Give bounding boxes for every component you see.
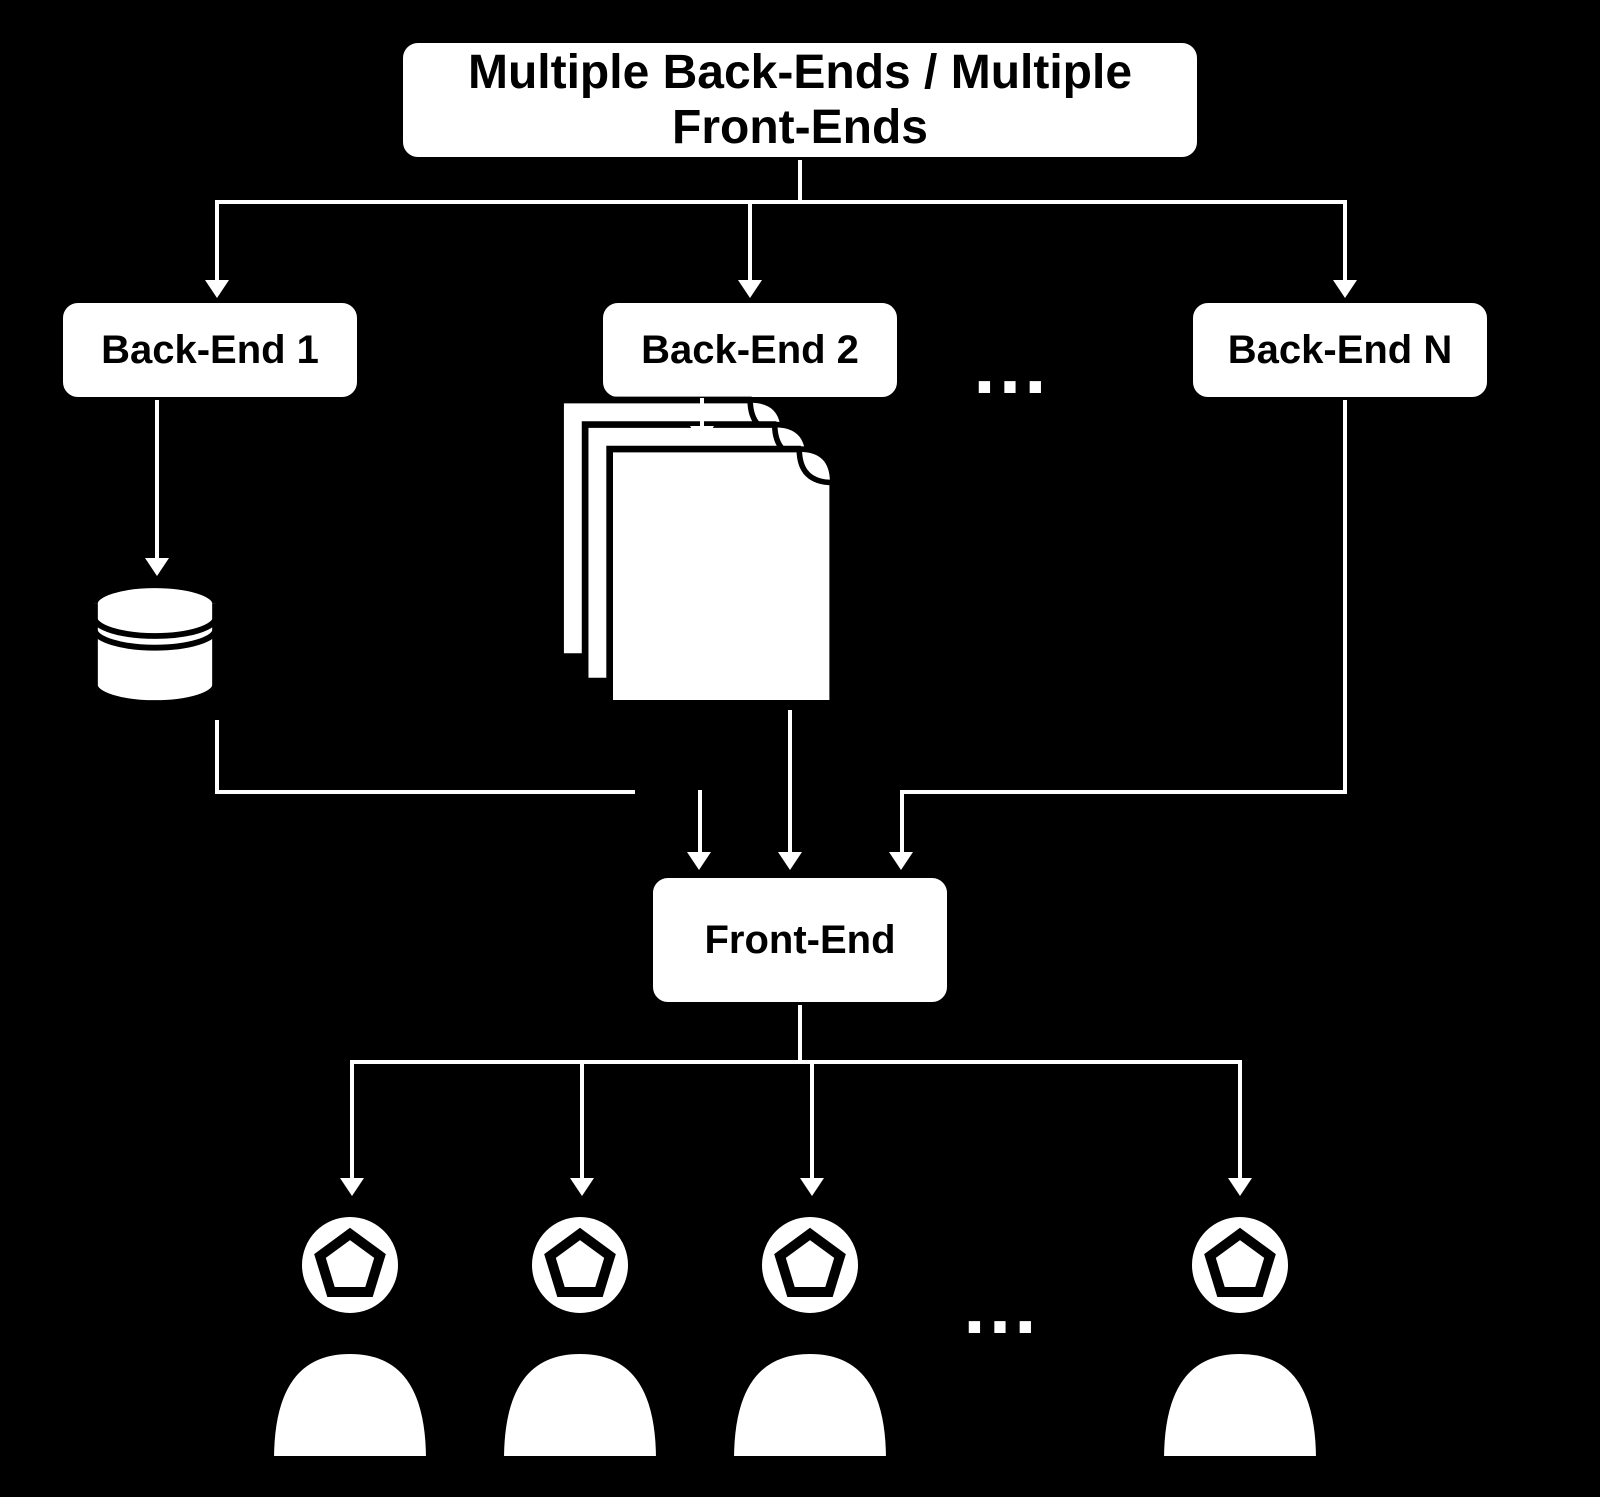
backends-ellipsis: … <box>970 320 1050 412</box>
user-icon <box>1140 1210 1340 1470</box>
user-icon <box>250 1210 450 1470</box>
database-icon <box>80 580 230 720</box>
backend-1-node: Back-End 1 <box>60 300 360 400</box>
user-icon <box>710 1210 910 1470</box>
backend-n-node: Back-End N <box>1190 300 1490 400</box>
users-ellipsis: … <box>960 1260 1040 1352</box>
user-icon <box>480 1210 680 1470</box>
diagram-canvas: Multiple Back-Ends / MultipleFront-Ends … <box>0 0 1600 1497</box>
diagram-title: Multiple Back-Ends / MultipleFront-Ends <box>400 40 1200 160</box>
users-row: … <box>0 1210 1600 1470</box>
backend-2-node: Back-End 2 <box>600 300 900 400</box>
frontend-node: Front-End <box>650 875 950 1005</box>
